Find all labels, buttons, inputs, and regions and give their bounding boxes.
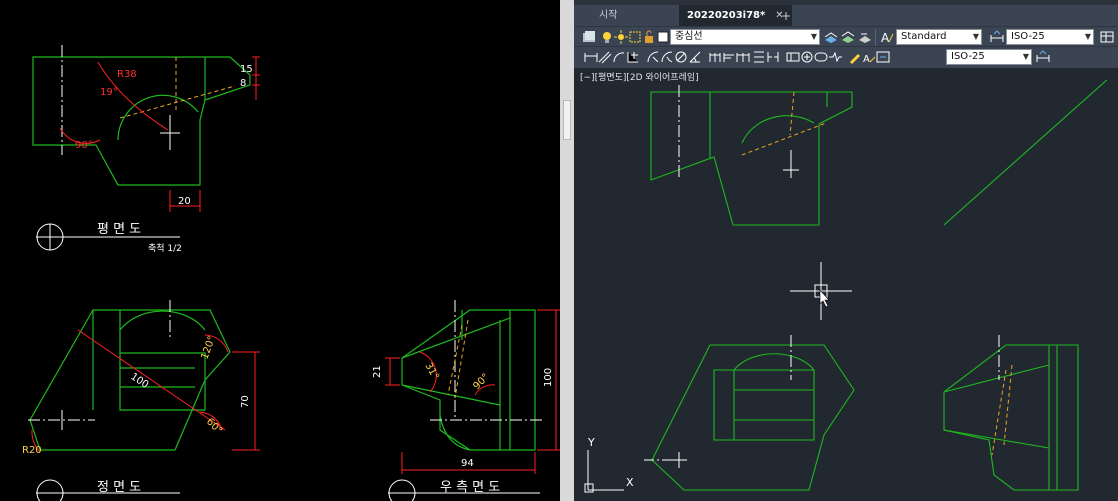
crosshair-cursor <box>790 262 852 320</box>
ms-front-view <box>651 344 855 491</box>
tab-active-label: 20220203i78* <box>687 10 766 21</box>
model-space-canvas[interactable]: Y X <box>574 80 1118 501</box>
dim-120: 120° <box>199 335 218 361</box>
tab-active-drawing[interactable]: 20220203i78* ✕ <box>679 5 792 27</box>
tolerance-icon[interactable] <box>786 50 800 64</box>
chevron-down-icon: ▼ <box>810 32 817 41</box>
reference-drawing: R38 19° 90° 15 8 20 평 면 도 축척 1/2 100 120… <box>22 45 560 501</box>
scrollbar-thumb[interactable] <box>563 100 571 140</box>
ms-side-view <box>943 344 1079 491</box>
toolbar-separator <box>875 29 876 46</box>
dim-31: 31° <box>422 361 440 382</box>
chevron-down-icon: ▼ <box>1022 52 1029 61</box>
layer-properties-toolbar: 중심선 ▼ A Standard ▼ ISO-25 ▼ <box>574 26 1118 48</box>
dim-style-value: ISO-25 <box>1011 31 1045 42</box>
autocad-window: 시작 20220203i78* ✕ + 중심선 ▼ A Standard ▼ ISO-… <box>574 0 1118 501</box>
dim-style-value-2: ISO-25 <box>951 51 985 62</box>
ucs-y-label: Y <box>587 436 595 449</box>
top-view-dims <box>59 56 260 212</box>
svg-text:A: A <box>881 31 890 44</box>
make-current-layer-icon[interactable] <box>824 30 838 44</box>
text-style-value: Standard <box>901 31 947 42</box>
front-view-title: 정 면 도 <box>97 480 141 495</box>
side-view-title: 우 측 면 도 <box>440 480 500 495</box>
viewport-freeze-icon[interactable] <box>628 30 642 44</box>
text-style-icon[interactable]: A <box>880 30 894 44</box>
dim-text-edit-icon[interactable]: A <box>862 50 876 64</box>
dim-angular-icon[interactable] <box>688 50 702 64</box>
dim-style-dropdown-2[interactable]: ISO-25 ▼ <box>946 49 1032 65</box>
dim-94: 94 <box>461 458 474 469</box>
sun-thaw-icon[interactable] <box>614 30 628 44</box>
dim-break-icon[interactable] <box>766 50 780 64</box>
dim-19: 19° <box>100 87 118 98</box>
center-mark-icon[interactable] <box>800 50 814 64</box>
ms-top-hidden-diag <box>741 122 827 156</box>
ucs-x-label: X <box>626 476 634 489</box>
dim-90-top: 90° <box>75 140 93 151</box>
dim-baseline-icon[interactable] <box>722 50 736 64</box>
side-view <box>401 309 536 451</box>
dim-update-icon[interactable] <box>876 50 890 64</box>
dim-arc-length-icon[interactable] <box>612 50 626 64</box>
dim-radius-icon[interactable] <box>646 50 660 64</box>
top-view-title: 평 면 도 <box>97 222 141 237</box>
front-view-dims <box>31 329 260 453</box>
layer-previous-icon[interactable] <box>858 30 872 44</box>
dim-20: 20 <box>178 196 191 207</box>
layer-color-swatch-icon[interactable] <box>656 30 670 44</box>
ms-construction-line <box>943 80 1108 226</box>
dim-space-icon[interactable] <box>752 50 766 64</box>
dim-r38: R38 <box>117 69 137 80</box>
window-splitter[interactable] <box>560 0 574 501</box>
dim-style-manager-icon[interactable] <box>1036 50 1050 64</box>
dim-style-icon[interactable] <box>990 30 1004 44</box>
dim-continue-icon[interactable] <box>736 50 750 64</box>
dim-15: 15 <box>240 64 253 75</box>
dim-r20: R20 <box>22 445 42 456</box>
tab-start[interactable]: 시작 <box>599 5 617 27</box>
top-view <box>32 56 251 186</box>
jogged-linear-icon[interactable] <box>828 50 842 64</box>
chevron-down-icon: ▼ <box>1084 32 1091 41</box>
ms-top-view <box>650 91 853 226</box>
dimension-toolbar: A ISO-25 ▼ <box>574 46 1118 68</box>
text-style-dropdown[interactable]: Standard ▼ <box>896 29 982 45</box>
dim-aligned-icon[interactable] <box>598 50 612 64</box>
table-style-icon[interactable] <box>1100 30 1114 44</box>
inspection-icon[interactable] <box>814 50 828 64</box>
dim-100-side: 100 <box>543 368 554 387</box>
chevron-down-icon: ▼ <box>972 32 979 41</box>
bulb-on-icon[interactable] <box>600 30 614 44</box>
layer-match-icon[interactable] <box>841 30 855 44</box>
dim-linear-icon[interactable] <box>584 50 598 64</box>
layer-dropdown-value: 중심선 <box>675 31 703 42</box>
dim-edit-icon[interactable] <box>848 50 862 64</box>
layer-dropdown[interactable]: 중심선 ▼ <box>670 29 820 45</box>
dim-100-front: 100 <box>128 371 150 391</box>
lock-icon[interactable] <box>642 30 656 44</box>
dim-ordinate-icon[interactable] <box>626 50 640 64</box>
dim-70: 70 <box>240 395 251 408</box>
top-view-hidden-diag <box>119 85 236 119</box>
ucs-icon <box>584 450 624 493</box>
top-view-scale: 축척 1/2 <box>148 243 182 254</box>
dim-60: 60° <box>204 416 224 436</box>
dim-90-side: 90° <box>471 372 491 392</box>
layer-states-icon[interactable] <box>582 30 596 44</box>
svg-text:A: A <box>863 54 870 64</box>
reference-drawing-panel: R38 19° 90° 15 8 20 평 면 도 축척 1/2 100 120… <box>0 0 560 501</box>
dim-style-dropdown[interactable]: ISO-25 ▼ <box>1006 29 1094 45</box>
new-tab-button[interactable]: + <box>779 10 793 22</box>
ms-top-hidden <box>789 91 795 136</box>
dim-8: 8 <box>240 78 246 89</box>
dim-jogged-icon[interactable] <box>660 50 674 64</box>
dim-diameter-icon[interactable] <box>674 50 688 64</box>
dim-21: 21 <box>372 365 383 378</box>
quick-dim-icon[interactable] <box>708 50 722 64</box>
file-tab-bar: 시작 20220203i78* ✕ + <box>574 5 1118 27</box>
